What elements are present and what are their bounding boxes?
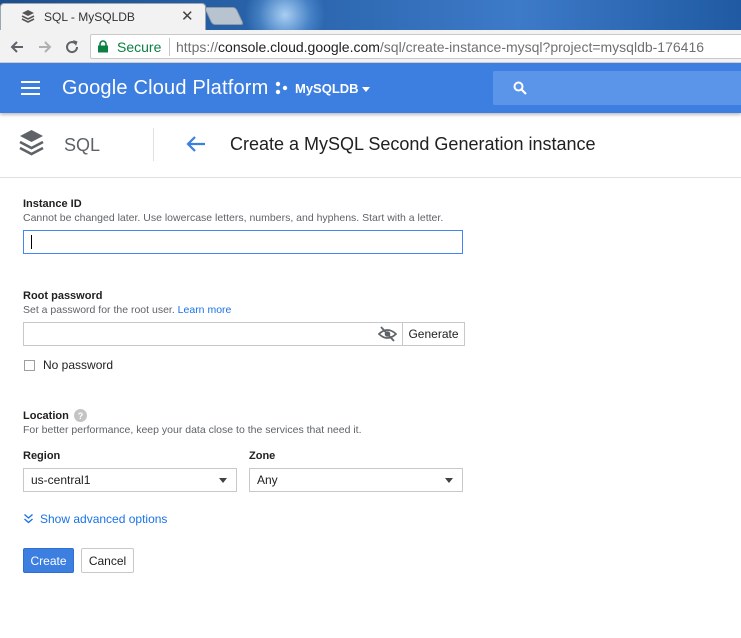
generate-button[interactable]: Generate	[402, 322, 465, 346]
help-icon[interactable]: ?	[74, 409, 87, 422]
sql-stack-icon	[19, 130, 44, 156]
double-chevron-down-icon	[24, 513, 33, 524]
back-icon[interactable]	[7, 37, 27, 57]
zone-select[interactable]: Any	[249, 468, 463, 492]
chevron-down-icon	[445, 478, 453, 483]
chevron-down-icon	[362, 87, 370, 92]
region-value: us-central1	[31, 473, 91, 487]
chevron-down-icon	[219, 478, 227, 483]
search-icon	[513, 81, 527, 95]
lock-icon	[98, 40, 108, 53]
region-select[interactable]: us-central1	[23, 468, 237, 492]
root-password-label: Root password	[23, 290, 103, 302]
create-button[interactable]: Create	[23, 548, 74, 573]
sql-stack-icon	[21, 10, 35, 23]
root-password-help-text: Set a password for the root user.	[23, 304, 175, 316]
instance-id-label: Instance ID	[23, 198, 82, 210]
visibility-off-icon[interactable]	[378, 326, 397, 342]
location-label: Location	[23, 410, 69, 422]
title-divider	[153, 128, 154, 161]
search-box[interactable]	[493, 71, 741, 105]
brand-title[interactable]: Google Cloud Platform	[62, 77, 269, 100]
no-password-checkbox[interactable]	[24, 360, 35, 371]
browser-toolbar: Secure https://console.cloud.google.com/…	[0, 30, 741, 63]
browser-tab[interactable]: SQL - MySQLDB ✕	[0, 3, 206, 30]
forward-icon[interactable]	[35, 37, 55, 57]
learn-more-link[interactable]: Learn more	[178, 304, 232, 316]
browser-tab-strip: SQL - MySQLDB ✕	[0, 0, 741, 30]
url-scheme: https://	[176, 39, 219, 55]
reload-icon[interactable]	[62, 37, 82, 57]
menu-icon[interactable]	[21, 81, 40, 96]
show-advanced-options-label: Show advanced options	[40, 512, 168, 526]
zone-value: Any	[257, 473, 278, 487]
background-glow	[240, 0, 330, 30]
text-cursor	[31, 235, 32, 249]
url-path: /sql/create-instance-mysql?project=mysql…	[379, 39, 705, 55]
root-password-help: Set a password for the root user. Learn …	[23, 304, 231, 316]
omnibox-divider	[169, 38, 170, 56]
address-bar[interactable]: Secure https://console.cloud.google.com/…	[90, 34, 741, 59]
location-help: For better performance, keep your data c…	[23, 424, 362, 436]
region-label: Region	[23, 450, 61, 462]
instance-id-help: Cannot be changed later. Use lowercase l…	[23, 212, 444, 224]
new-tab-button[interactable]	[203, 7, 245, 25]
url-text: https://console.cloud.google.com/sql/cre…	[176, 39, 704, 55]
zone-label: Zone	[249, 450, 276, 462]
cancel-button[interactable]: Cancel	[81, 548, 134, 573]
no-password-label[interactable]: No password	[43, 358, 113, 372]
instance-id-input[interactable]	[23, 230, 463, 254]
tab-title: SQL - MySQLDB	[44, 10, 135, 24]
page-title-bar: SQL Create a MySQL Second Generation ins…	[0, 113, 741, 178]
page-title: Create a MySQL Second Generation instanc…	[230, 134, 596, 154]
back-arrow-icon[interactable]	[186, 135, 206, 153]
gcp-header: Google Cloud Platform MySQLDB	[0, 63, 741, 113]
url-host: console.cloud.google.com	[218, 39, 380, 55]
root-password-input[interactable]	[23, 322, 403, 346]
project-name: MySQLDB	[295, 81, 359, 96]
project-dots-icon	[275, 81, 288, 95]
svg-text:?: ?	[78, 411, 84, 421]
secure-label: Secure	[117, 39, 162, 55]
tab-close-icon[interactable]: ✕	[181, 7, 194, 25]
section-label: SQL	[64, 135, 101, 155]
